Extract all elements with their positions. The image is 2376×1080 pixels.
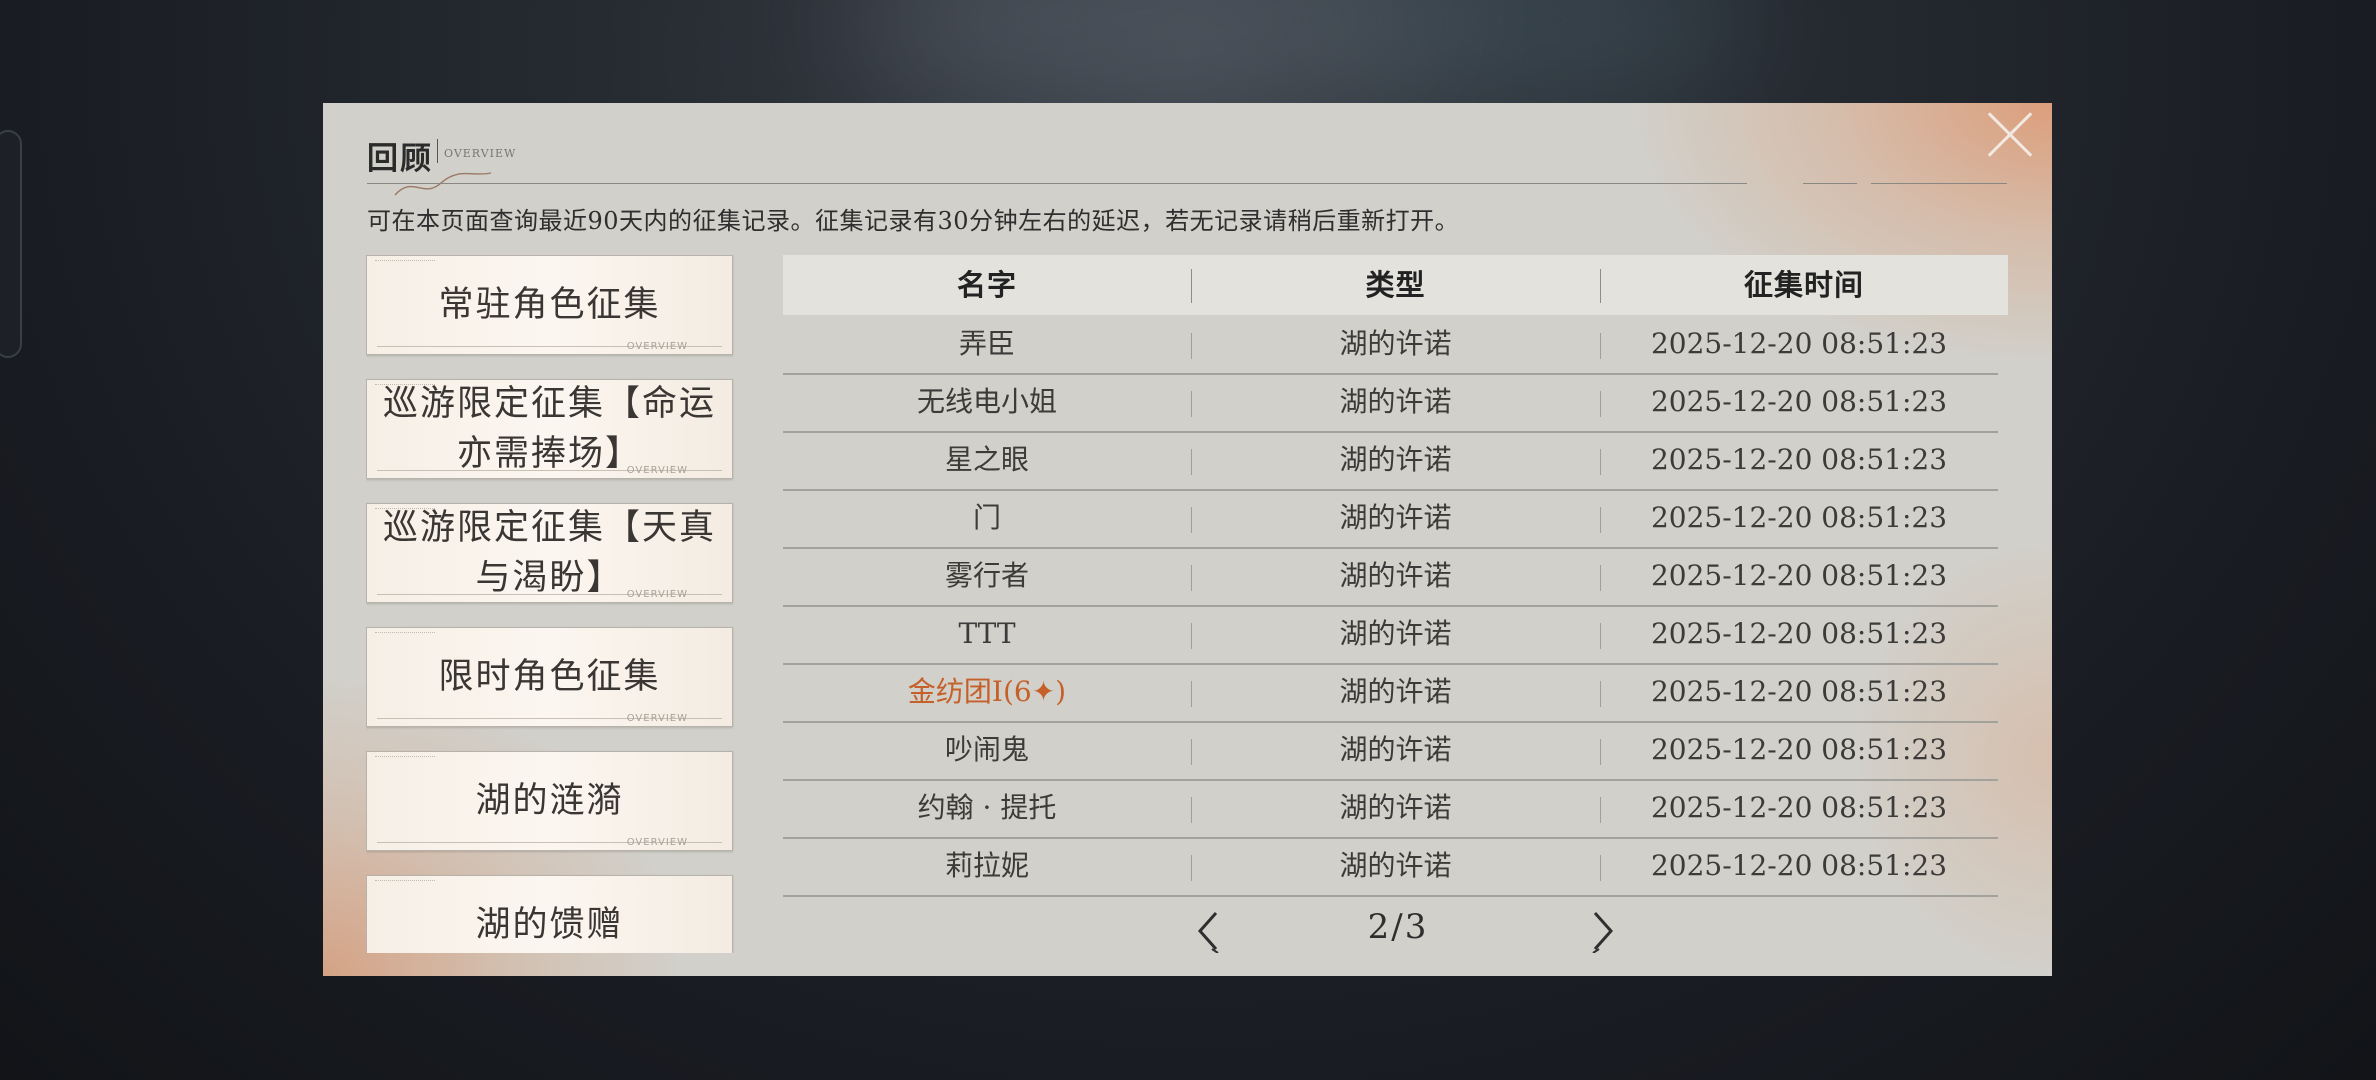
row-time: 2025-12-20 08:51:23 (1650, 849, 1948, 882)
row-type: 湖的许诺 (1339, 559, 1452, 592)
table-header: 名字 类型 征集时间 (783, 255, 2008, 315)
row-name: 弄臣 (958, 327, 1015, 360)
row-name: 约翰 · 提托 (917, 791, 1057, 824)
row-time: 2025-12-20 08:51:23 (1650, 385, 1948, 418)
sidebar-item-label: 湖的涟漪 (475, 781, 624, 821)
row-type: 湖的许诺 (1339, 617, 1452, 650)
chevron-right-icon[interactable] (1583, 909, 1623, 953)
row-name: 无线电小姐 (916, 385, 1057, 418)
row-name: 雾行者 (944, 559, 1029, 592)
chevron-left-icon[interactable] (1188, 909, 1228, 953)
table-row: 星之眼 湖的许诺 2025-12-20 08:51:23 (783, 431, 1998, 491)
row-time: 2025-12-20 08:51:23 (1650, 501, 1948, 534)
row-name: 星之眼 (944, 443, 1029, 476)
table-row: 门 湖的许诺 2025-12-20 08:51:23 (783, 489, 1998, 549)
sidebar-item-label: 常驻角色征集 (438, 285, 661, 325)
sidebar-item-lake-gift[interactable]: 湖的馈赠 OVERVIEW (366, 875, 733, 953)
sidebar-item-label: 巡游限定征集【天真与渴盼】 (382, 508, 716, 598)
row-name: 门 (972, 501, 1001, 534)
card-ornament (375, 756, 435, 761)
card-footer-text: OVERVIEW (626, 713, 688, 724)
sidebar-item-label: 限时角色征集 (438, 657, 661, 697)
background-glow (1350, 0, 1750, 100)
card-ornament (375, 260, 435, 265)
table-row: 弄臣 湖的许诺 2025-12-20 08:51:23 (783, 315, 1998, 375)
page-indicator: 2/3 (1367, 907, 1429, 947)
row-type: 湖的许诺 (1339, 327, 1452, 360)
row-name: TTT (958, 617, 1016, 650)
table-row: 约翰 · 提托 湖的许诺 2025-12-20 08:51:23 (783, 779, 1998, 839)
dialog-subtitle: OVERVIEW (437, 139, 516, 163)
row-time: 2025-12-20 08:51:23 (1650, 617, 1948, 650)
row-time: 2025-12-20 08:51:23 (1650, 559, 1948, 592)
row-type: 湖的许诺 (1339, 385, 1452, 418)
dialog-header: 回顾 OVERVIEW (367, 133, 515, 196)
sidebar-item-label: 湖的馈赠 (475, 905, 624, 945)
row-time: 2025-12-20 08:51:23 (1650, 327, 1948, 360)
header-rule (1871, 183, 2007, 184)
sidebar-item-limited-destiny[interactable]: 巡游限定征集【命运亦需捧场】 OVERVIEW (366, 379, 733, 479)
column-header-type: 类型 (1365, 268, 1426, 302)
table-row: 无线电小姐 湖的许诺 2025-12-20 08:51:23 (783, 373, 1998, 433)
card-ornament (375, 880, 435, 885)
card-footer-text: OVERVIEW (626, 341, 688, 352)
column-header-time: 征集时间 (1743, 268, 1864, 302)
column-header-name: 名字 (956, 268, 1017, 302)
table-row: 雾行者 湖的许诺 2025-12-20 08:51:23 (783, 547, 1998, 607)
table-row: TTT 湖的许诺 2025-12-20 08:51:23 (783, 605, 1998, 665)
sidebar-item-limited-innocence[interactable]: 巡游限定征集【天真与渴盼】 OVERVIEW (366, 503, 733, 603)
swirl-ornament-icon (394, 172, 492, 196)
sidebar-item-lake-ripple[interactable]: 湖的涟漪 OVERVIEW (366, 751, 733, 851)
row-name: 吵闹鬼 (944, 733, 1029, 766)
sidebar-item-label: 巡游限定征集【命运亦需捧场】 (382, 384, 716, 474)
row-type: 湖的许诺 (1339, 501, 1452, 534)
row-type: 湖的许诺 (1339, 733, 1452, 766)
row-type: 湖的许诺 (1339, 849, 1452, 882)
row-time: 2025-12-20 08:51:23 (1650, 443, 1948, 476)
header-rule (1803, 183, 1857, 184)
pagination: 2/3 (783, 903, 2008, 963)
edge-handle (0, 130, 22, 358)
row-type: 湖的许诺 (1339, 791, 1452, 824)
sidebar-item-timed-character[interactable]: 限时角色征集 OVERVIEW (366, 627, 733, 727)
table-row: 吵闹鬼 湖的许诺 2025-12-20 08:51:23 (783, 721, 1998, 781)
card-ornament (375, 632, 435, 637)
close-icon[interactable] (1986, 111, 2034, 159)
table-row: 莉拉妮 湖的许诺 2025-12-20 08:51:23 (783, 837, 1998, 897)
header-rule (367, 183, 1747, 184)
row-name-rare: 金纺团I(6✦) (907, 675, 1067, 708)
row-type: 湖的许诺 (1339, 675, 1452, 708)
table-row: 金纺团I(6✦) 湖的许诺 2025-12-20 08:51:23 (783, 663, 1998, 723)
sidebar-item-standard[interactable]: 常驻角色征集 OVERVIEW (366, 255, 733, 355)
row-name: 莉拉妮 (944, 849, 1029, 882)
row-time: 2025-12-20 08:51:23 (1650, 675, 1948, 708)
card-footer-text: OVERVIEW (626, 837, 688, 848)
row-time: 2025-12-20 08:51:23 (1650, 733, 1948, 766)
row-type: 湖的许诺 (1339, 443, 1452, 476)
page-description: 可在本页面查询最近90天内的征集记录。征集记录有30分钟左右的延迟，若无记录请稍… (367, 207, 1460, 235)
banner-sidebar: 常驻角色征集 OVERVIEW 巡游限定征集【命运亦需捧场】 OVERVIEW … (366, 255, 735, 953)
overview-dialog: 回顾 OVERVIEW 可在本页面查询最近90天内的征集记录。征集记录有30分钟… (323, 103, 2052, 976)
row-time: 2025-12-20 08:51:23 (1650, 791, 1948, 824)
